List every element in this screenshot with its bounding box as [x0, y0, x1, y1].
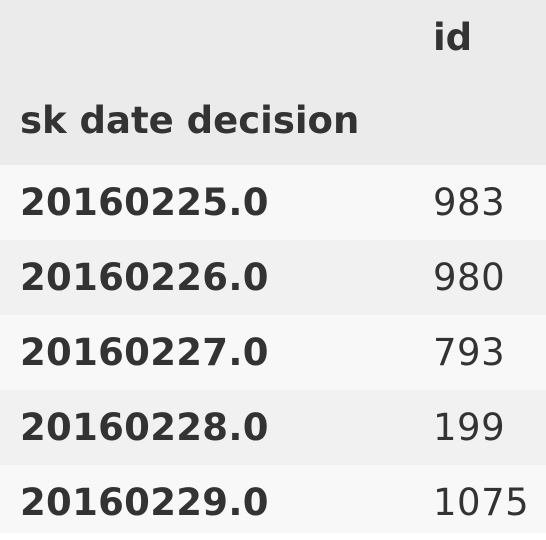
row-index-cell: 20160227.0: [20, 331, 269, 374]
table-row: 20160227.0 793: [0, 315, 546, 390]
data-table: id sk date decision 20160225.0 983 20160…: [0, 0, 546, 533]
row-index-cell: 20160226.0: [20, 256, 269, 299]
id-cell: 1075: [433, 481, 530, 524]
table-row: 20160225.0 983: [0, 165, 546, 240]
column-header-id: id: [433, 16, 473, 59]
table-row: 20160229.0 1075: [0, 465, 546, 533]
id-cell: 793: [433, 331, 506, 374]
table-row: 20160228.0 199: [0, 390, 546, 465]
table-row: 20160226.0 980: [0, 240, 546, 315]
row-index-cell: 20160228.0: [20, 406, 269, 449]
table-header: id sk date decision: [0, 0, 546, 165]
id-cell: 199: [433, 406, 506, 449]
id-cell: 983: [433, 181, 506, 224]
row-index-cell: 20160225.0: [20, 181, 269, 224]
row-index-cell: 20160229.0: [20, 481, 269, 524]
index-header: sk date decision: [20, 99, 360, 142]
id-cell: 980: [433, 256, 506, 299]
